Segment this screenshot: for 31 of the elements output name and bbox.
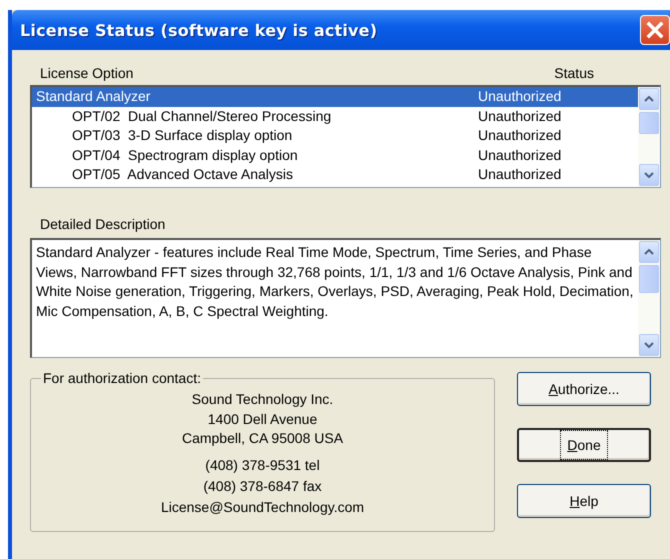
close-button[interactable] <box>640 15 670 45</box>
close-icon <box>644 19 666 41</box>
description-box[interactable] <box>30 238 661 358</box>
phone-number: (408) 378-9531 tel <box>205 456 320 475</box>
scroll-down-button[interactable] <box>639 164 659 186</box>
scroll-up-button[interactable] <box>639 241 659 263</box>
column-header: Status <box>554 64 594 80</box>
address-line: Campbell, CA 95008 USA <box>182 429 344 448</box>
scrollbar[interactable] <box>638 240 660 357</box>
scroll-thumb[interactable] <box>639 112 659 134</box>
scroll-down-button[interactable] <box>639 334 659 356</box>
phone-number: (408) 378-6847 fax <box>203 476 322 496</box>
group-label: For authorization contact: <box>42 370 202 386</box>
description-text: Standard Analyzer - features include Real Time Mode, Spectrum, Time Series, and Phase Views, Narrowband FFT sizes through 32,768 points, 1/1, 1/3 and 1/6 Octave Analysis, Pink and White Noise generation, Triggering, Markers, Overlays, PSD, Averaging, Peak Hold, Decimation, Mic Compensation, A, B, C Spectral Weighting. <box>36 244 634 318</box>
license-row[interactable]: Standard Analyzer Unauthorized <box>32 87 638 106</box>
section-label: Detailed Description <box>40 216 166 234</box>
license-row[interactable]: OPT/02 Dual Channel/Stereo Processing Unauthorized <box>32 106 638 126</box>
license-row[interactable]: OPT/03 3-D Surface display option Unauthorized <box>32 126 638 146</box>
license-row[interactable]: OPT/04 Spectrogram display option Unauthorized <box>32 146 638 165</box>
address-line: 1400 Dell Avenue <box>208 410 318 428</box>
scroll-up-button[interactable] <box>639 88 659 110</box>
scrollbar[interactable] <box>638 87 660 187</box>
dialog-button[interactable]: Help <box>517 484 651 518</box>
email-address: License@SoundTechnology.com <box>160 498 364 517</box>
scroll-thumb[interactable] <box>639 265 659 293</box>
dialog-button[interactable]: Authorize... <box>517 372 651 406</box>
address-line: Sound Technology Inc. <box>192 390 334 409</box>
dialog-button[interactable]: Done <box>517 428 651 462</box>
window-title: License Status (software key is active) <box>20 20 378 40</box>
license-row[interactable]: OPT/05 Advanced Octave Analysis Unauthorized <box>32 165 638 184</box>
column-header: License Option <box>40 64 134 80</box>
